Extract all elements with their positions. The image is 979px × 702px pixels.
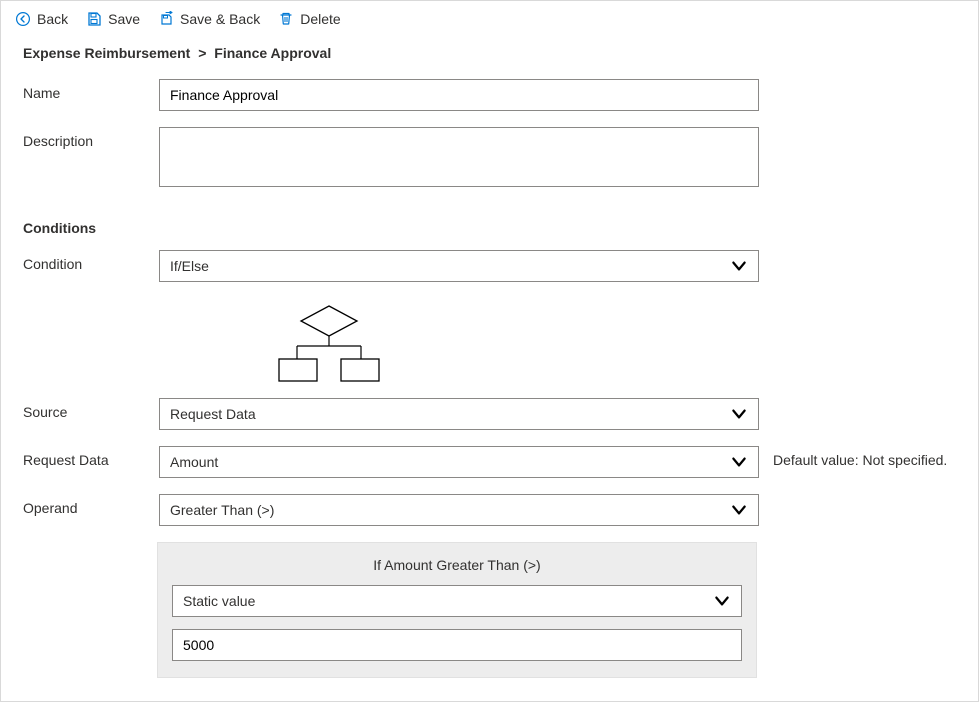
default-value-hint: Default value: Not specified. — [759, 446, 947, 468]
back-arrow-icon — [15, 11, 31, 27]
row-description: Description — [23, 127, 964, 190]
label-description: Description — [23, 127, 159, 149]
label-name: Name — [23, 79, 159, 101]
breadcrumb: Expense Reimbursement > Finance Approval — [1, 37, 978, 79]
conditions-form: Condition If/Else — [1, 250, 978, 526]
row-operand: Operand Greater Than (>) — [23, 494, 964, 526]
value-type-select[interactable]: Static value — [172, 585, 742, 617]
request-data-select-value: Amount — [170, 454, 218, 470]
operand-select-value: Greater Than (>) — [170, 502, 274, 518]
request-data-select[interactable]: Amount — [159, 446, 759, 478]
save-back-label: Save & Back — [180, 11, 260, 27]
value-type-select-value: Static value — [183, 593, 255, 609]
form: Name Description — [1, 79, 978, 190]
operand-select[interactable]: Greater Than (>) — [159, 494, 759, 526]
trash-icon — [278, 11, 294, 27]
condition-value-block: If Amount Greater Than (>) Static value — [157, 542, 757, 678]
ifelse-diagram — [159, 298, 759, 398]
save-icon — [86, 11, 102, 27]
delete-label: Delete — [300, 11, 340, 27]
chevron-down-icon — [730, 501, 748, 519]
label-condition: Condition — [23, 250, 159, 272]
condition-select[interactable]: If/Else — [159, 250, 759, 282]
label-source: Source — [23, 398, 159, 420]
save-button[interactable]: Save — [86, 11, 140, 27]
save-back-icon — [158, 11, 174, 27]
source-select[interactable]: Request Data — [159, 398, 759, 430]
breadcrumb-separator: > — [198, 45, 206, 61]
row-source: Source Request Data — [23, 398, 964, 430]
toolbar: Back Save Save & Back — [1, 1, 978, 37]
source-select-value: Request Data — [170, 406, 256, 422]
name-input[interactable] — [159, 79, 759, 111]
row-name: Name — [23, 79, 964, 111]
back-label: Back — [37, 11, 68, 27]
save-label: Save — [108, 11, 140, 27]
label-request-data: Request Data — [23, 446, 159, 468]
chevron-down-icon — [730, 257, 748, 275]
breadcrumb-current: Finance Approval — [214, 45, 331, 61]
label-operand: Operand — [23, 494, 159, 516]
chevron-down-icon — [730, 453, 748, 471]
breadcrumb-parent[interactable]: Expense Reimbursement — [23, 45, 190, 61]
section-conditions: Conditions — [1, 206, 978, 250]
back-button[interactable]: Back — [15, 11, 68, 27]
value-input[interactable] — [172, 629, 742, 661]
condition-block-title: If Amount Greater Than (>) — [172, 551, 742, 585]
row-condition: Condition If/Else — [23, 250, 964, 282]
condition-select-value: If/Else — [170, 258, 209, 274]
row-request-data: Request Data Amount Default value: Not s… — [23, 446, 964, 478]
chevron-down-icon — [730, 405, 748, 423]
description-input[interactable] — [159, 127, 759, 187]
page-container: Back Save Save & Back — [0, 0, 979, 702]
save-and-back-button[interactable]: Save & Back — [158, 11, 260, 27]
chevron-down-icon — [713, 592, 731, 610]
delete-button[interactable]: Delete — [278, 11, 340, 27]
